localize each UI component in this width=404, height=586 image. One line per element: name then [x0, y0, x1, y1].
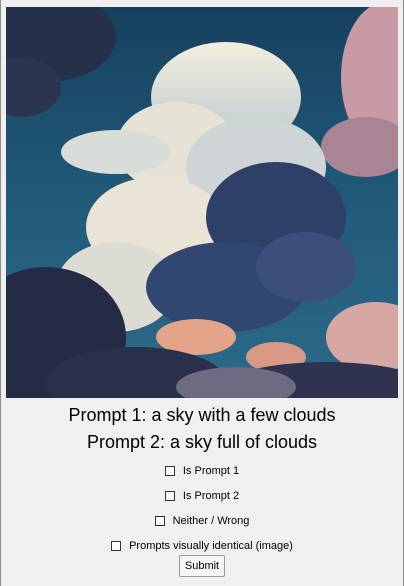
neither-wrong-checkbox[interactable]: [154, 515, 165, 526]
generated-image: [6, 7, 398, 398]
window-top-edge: [1, 0, 403, 6]
option-neither-wrong[interactable]: Neither / Wrong: [1, 508, 403, 533]
option-is-prompt-2[interactable]: Is Prompt 2: [1, 483, 403, 508]
option-label: Neither / Wrong: [172, 514, 250, 527]
is-prompt-1-checkbox[interactable]: [164, 465, 175, 476]
visually-identical-checkbox[interactable]: [111, 540, 122, 551]
option-label: Is Prompt 2: [182, 489, 240, 502]
submit-button[interactable]: Submit: [179, 555, 225, 577]
option-is-prompt-1[interactable]: Is Prompt 1: [1, 458, 403, 483]
submit-row: Submit: [1, 555, 403, 577]
is-prompt-2-checkbox[interactable]: [164, 490, 175, 501]
prompt-2-text: Prompt 2: a sky full of clouds: [86, 432, 318, 452]
answer-options: Is Prompt 1 Is Prompt 2 Neither / Wrong …: [1, 458, 403, 558]
prompt-1-text: Prompt 1: a sky with a few clouds: [68, 405, 336, 425]
evaluation-window: Prompt 1: a sky with a few clouds Prompt…: [0, 0, 404, 586]
option-label: Is Prompt 1: [182, 464, 240, 477]
option-label: Prompts visually identical (image): [129, 539, 293, 552]
